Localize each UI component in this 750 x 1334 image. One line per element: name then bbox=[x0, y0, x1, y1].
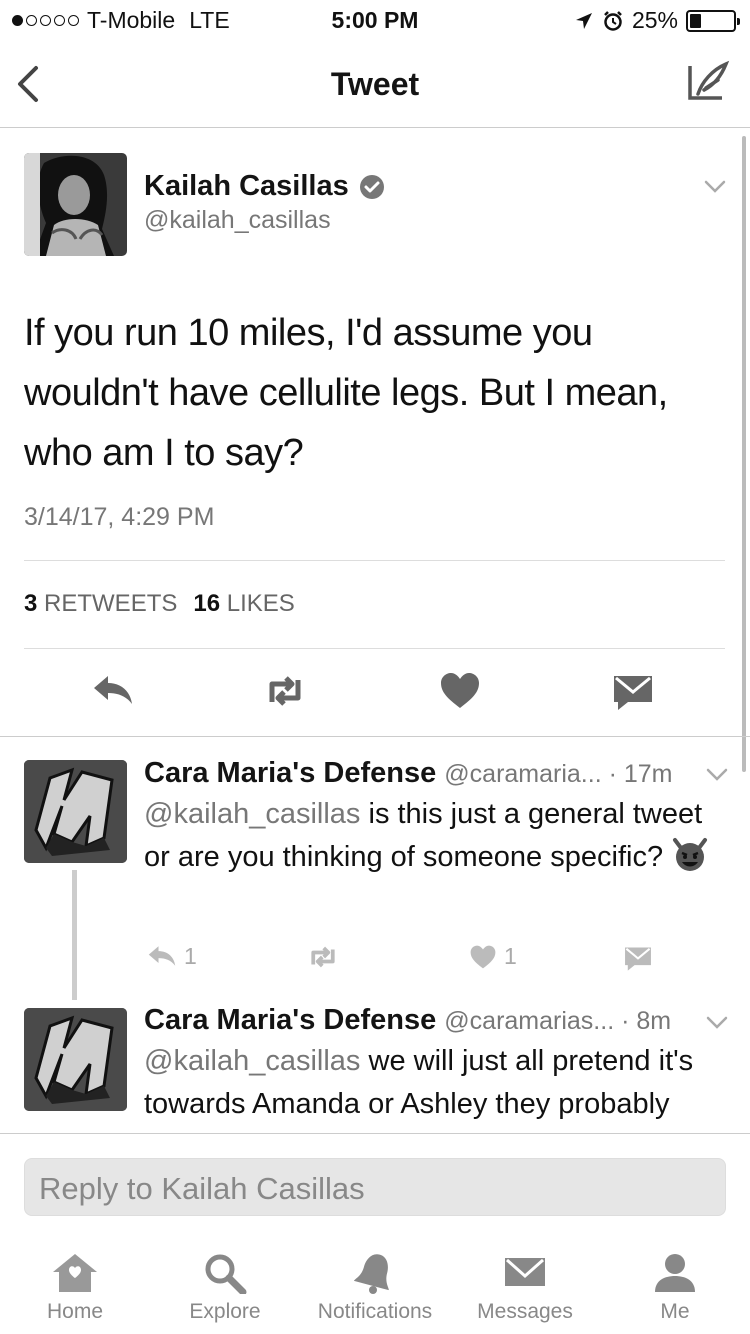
compose-tweet-icon[interactable] bbox=[684, 58, 730, 104]
author-name-text[interactable]: Kailah Casillas bbox=[144, 170, 349, 203]
dm-action[interactable] bbox=[622, 942, 654, 972]
likes-label: LIKES bbox=[226, 590, 295, 617]
tab-label: Messages bbox=[477, 1300, 573, 1323]
retweet-icon bbox=[311, 946, 335, 968]
smiling-devil-emoji-icon bbox=[673, 838, 708, 871]
envelope-icon bbox=[505, 1258, 545, 1286]
reply-input[interactable]: Reply to Kailah Casillas bbox=[24, 1158, 726, 1216]
like-count: 1 bbox=[504, 942, 517, 969]
reply-author-name[interactable]: Cara Maria's Defense bbox=[144, 757, 436, 789]
tweet-stats: 3 RETWEETS 16 LIKES bbox=[24, 590, 295, 618]
reply-action[interactable]: 1 bbox=[146, 942, 197, 970]
reply-avatar[interactable] bbox=[24, 760, 127, 863]
tab-home[interactable]: Home bbox=[0, 1240, 150, 1324]
person-icon bbox=[655, 1254, 695, 1292]
divider bbox=[0, 736, 750, 737]
location-arrow-icon bbox=[575, 12, 592, 29]
verified-badge-icon bbox=[359, 174, 384, 199]
retweet-icon[interactable] bbox=[262, 668, 308, 714]
divider bbox=[24, 560, 725, 561]
status-bar: T-Mobile LTE 5:00 PM 25% bbox=[0, 0, 750, 40]
reply-text: @kailah_casillas is this just a general … bbox=[144, 793, 724, 879]
alarm-icon bbox=[604, 10, 622, 31]
tab-label: Home bbox=[46, 1300, 104, 1323]
reply-header: Cara Maria's Defense @caramaria... · 17m bbox=[144, 757, 673, 790]
reply-icon[interactable] bbox=[90, 668, 136, 714]
navigation-bar: Tweet bbox=[0, 40, 750, 128]
reply-avatar[interactable] bbox=[24, 1008, 127, 1111]
reply-mention[interactable]: @kailah_casillas bbox=[144, 798, 360, 830]
likes-stat[interactable]: 16 LIKES bbox=[193, 590, 294, 618]
author-name[interactable]: Kailah Casillas bbox=[144, 170, 385, 203]
tweet-actions bbox=[0, 668, 750, 718]
tab-label: Me bbox=[660, 1300, 690, 1323]
page-title: Tweet bbox=[330, 66, 420, 102]
status-right: 25% bbox=[574, 7, 740, 34]
chevron-down-icon[interactable] bbox=[706, 1016, 728, 1030]
author-avatar[interactable] bbox=[24, 153, 127, 256]
likes-count: 16 bbox=[193, 590, 221, 617]
tab-label: Explore bbox=[189, 1300, 261, 1323]
retweets-count: 3 bbox=[24, 590, 38, 617]
tab-notifications[interactable]: Notifications bbox=[300, 1240, 450, 1324]
search-icon bbox=[205, 1254, 247, 1294]
tab-label: Notifications bbox=[317, 1300, 433, 1323]
retweets-label: RETWEETS bbox=[44, 590, 178, 617]
reply-meta: @caramaria... · 17m bbox=[444, 760, 673, 788]
divider bbox=[0, 1133, 750, 1134]
retweet-action[interactable] bbox=[304, 942, 342, 972]
direct-message-icon bbox=[625, 947, 651, 971]
tab-me[interactable]: Me bbox=[600, 1240, 750, 1324]
like-action[interactable]: 1 bbox=[468, 942, 517, 970]
tweet-timestamp: 3/14/17, 4:29 PM bbox=[24, 503, 215, 531]
reply-icon bbox=[148, 946, 176, 966]
like-heart-icon bbox=[470, 945, 496, 969]
reply-actions: 1 1 bbox=[0, 942, 750, 976]
tweet-text: If you run 10 miles, I'd assume you woul… bbox=[24, 312, 668, 474]
battery-icon bbox=[686, 9, 740, 32]
reply-text: @kailah_casillas we will just all preten… bbox=[144, 1040, 714, 1133]
tab-explore[interactable]: Explore bbox=[150, 1240, 300, 1324]
like-heart-icon[interactable] bbox=[437, 668, 483, 714]
home-icon bbox=[53, 1254, 97, 1292]
reply-header: Cara Maria's Defense @caramarias... · 8m bbox=[144, 1004, 671, 1037]
reply-item: Cara Maria's Defense @caramarias... · 8m… bbox=[0, 990, 750, 1133]
reply-mention[interactable]: @kailah_casillas bbox=[144, 1045, 360, 1077]
tab-bar: Home Explore Notifications Messages Me bbox=[0, 1240, 750, 1334]
tab-messages[interactable]: Messages bbox=[450, 1240, 600, 1324]
direct-message-icon[interactable] bbox=[610, 668, 656, 714]
bell-icon bbox=[353, 1254, 389, 1294]
retweets-stat[interactable]: 3 RETWEETS bbox=[24, 590, 177, 618]
chevron-down-icon[interactable] bbox=[704, 180, 726, 194]
reply-author-name[interactable]: Cara Maria's Defense bbox=[144, 1004, 436, 1036]
thread-connector bbox=[72, 870, 77, 1000]
battery-percent: 25% bbox=[631, 7, 678, 33]
reply-count: 1 bbox=[184, 942, 197, 969]
chevron-down-icon[interactable] bbox=[706, 768, 728, 782]
author-handle[interactable]: @kailah_casillas bbox=[144, 206, 331, 235]
divider bbox=[24, 648, 725, 649]
reply-meta: @caramarias... · 8m bbox=[444, 1007, 672, 1035]
